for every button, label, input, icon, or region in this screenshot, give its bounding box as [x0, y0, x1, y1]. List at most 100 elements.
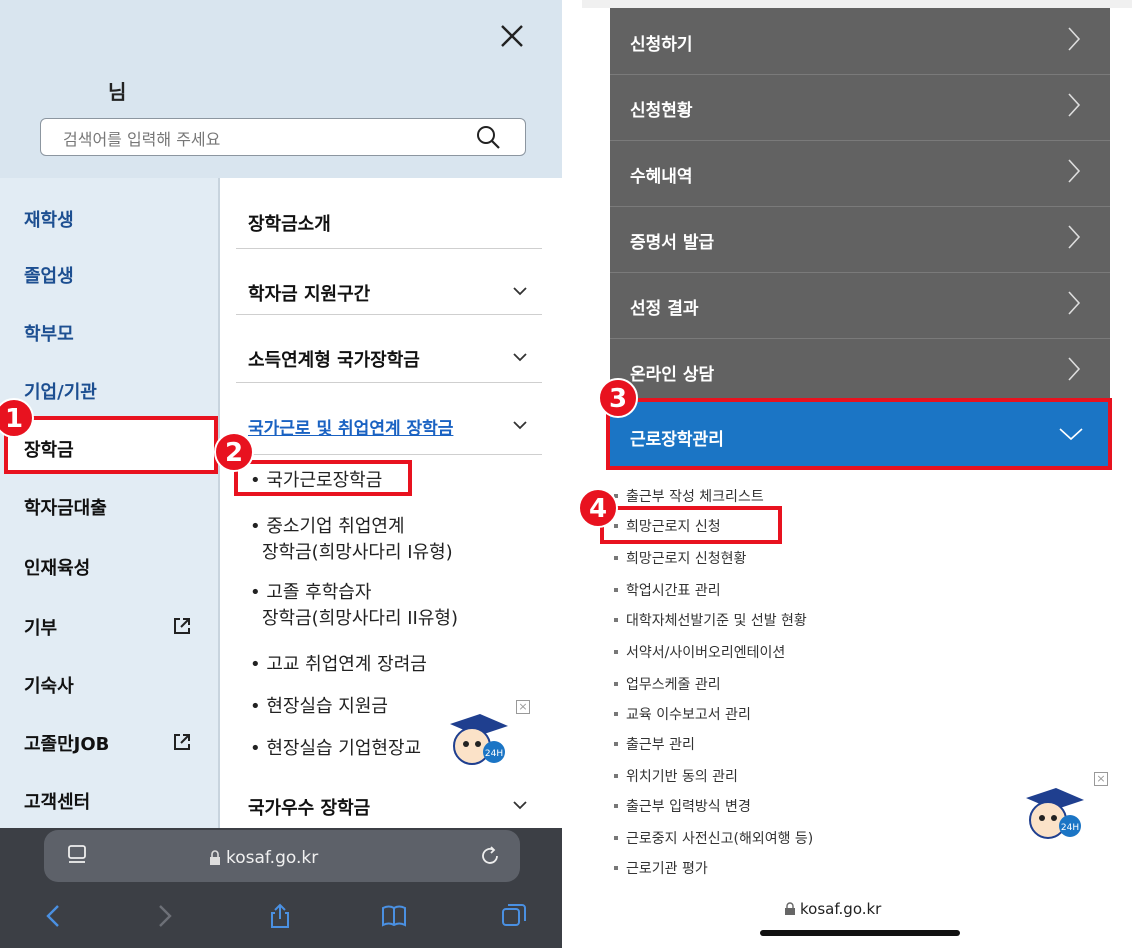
home-indicator [760, 930, 960, 936]
external-link-icon [174, 734, 190, 750]
submenu-item[interactable]: 출근부 작성 체크리스트 [626, 486, 764, 506]
menu-divider [236, 314, 542, 315]
chevron-right-icon [1068, 291, 1081, 315]
sidebar-item-company[interactable]: 기업/기관 [24, 378, 97, 404]
reader-icon[interactable] [66, 844, 88, 866]
chevron-down-icon[interactable] [512, 800, 528, 810]
user-greeting: 님 [108, 80, 127, 104]
lock-icon [210, 850, 220, 865]
sidebar-item-donation[interactable]: 기부 [24, 614, 57, 640]
sidebar-item-loan[interactable]: 학자금대출 [24, 494, 107, 520]
submenu-item[interactable]: 출근부 입력방식 변경 [626, 796, 751, 816]
chevron-right-icon [1068, 93, 1081, 117]
close-ad-icon[interactable]: × [516, 700, 530, 714]
sidebar-divider [218, 178, 220, 828]
bullet [614, 650, 618, 654]
submenu-item[interactable]: 대학자체선발기준 및 선발 현황 [626, 610, 807, 630]
submenu-graduate-learner[interactable]: • 고졸 후학습자 [250, 580, 371, 606]
chatbot-mascot-icon[interactable]: 24H [440, 712, 510, 772]
submenu-sme-link-2[interactable]: 장학금(희망사다리 I유형) [262, 540, 453, 566]
forward-icon[interactable] [150, 902, 178, 930]
menu-item-label: 증명서 발급 [630, 233, 715, 253]
close-ad-icon[interactable]: × [1094, 772, 1108, 786]
sidebar-item-graduate[interactable]: 졸업생 [24, 262, 74, 288]
bullet [614, 804, 618, 808]
chevron-down-icon[interactable] [512, 352, 528, 362]
sidebar-item-parent[interactable]: 학부모 [24, 320, 74, 346]
share-icon[interactable] [266, 902, 294, 930]
submenu-graduate-learner-2[interactable]: 장학금(희망사다리 II유형) [262, 606, 458, 632]
bullet [614, 712, 618, 716]
submenu-label: 고교 취업연계 장려금 [266, 654, 427, 675]
chevron-right-icon [1068, 225, 1081, 249]
submenu-item[interactable]: 학업시간표 관리 [626, 580, 721, 600]
submenu-item[interactable]: 근로기관 평가 [626, 858, 708, 878]
back-icon[interactable] [40, 902, 68, 930]
search-icon[interactable] [475, 124, 501, 150]
url-text: kosaf.go.kr [800, 900, 882, 918]
status-strip [582, 0, 1132, 8]
submenu-item[interactable]: 출근부 관리 [626, 734, 695, 754]
menu-item-label: 신청하기 [630, 35, 693, 55]
reload-icon[interactable] [478, 844, 502, 868]
submenu-item[interactable]: 서약서/사이버오리엔테이션 [626, 642, 785, 662]
menu-item-label: 온라인 상담 [630, 365, 715, 385]
menu-national-excellence[interactable]: 국가우수 장학금 [248, 794, 370, 820]
menu-item-label: 수혜내역 [630, 167, 693, 187]
submenu-label: 고졸 후학습자 [266, 582, 372, 603]
sidebar-item-job[interactable]: 고졸만JOB [24, 730, 109, 756]
bullet [614, 742, 618, 746]
tabs-icon[interactable] [500, 902, 528, 930]
submenu-field-support[interactable]: • 현장실습 지원금 [250, 694, 388, 720]
lock-icon [785, 902, 795, 915]
mascot-label: 24H [1061, 823, 1079, 833]
bullet [614, 836, 618, 840]
submenu-hs-incentive[interactable]: • 고교 취업연계 장려금 [250, 652, 427, 678]
search-input[interactable]: 검색어를 입력해 주세요 [40, 118, 526, 156]
bullet [614, 588, 618, 592]
submenu-sme-link[interactable]: • 중소기업 취업연계 [250, 514, 405, 540]
menu-divider [236, 454, 542, 455]
step-badge-2: 2 [214, 432, 254, 472]
menu-divider [236, 382, 542, 383]
sidebar-item-enrolled[interactable]: 재학생 [24, 206, 74, 232]
chevron-down-icon[interactable] [512, 286, 528, 296]
chevron-right-icon [1068, 159, 1081, 183]
mascot-label: 24H [485, 749, 503, 759]
bullet [614, 866, 618, 870]
chevron-right-icon [1068, 357, 1081, 381]
bullet [614, 618, 618, 622]
step-badge-3: 3 [598, 378, 638, 418]
bullet [614, 556, 618, 560]
bullet [614, 774, 618, 778]
menu-support-level[interactable]: 학자금 지원구간 [248, 280, 370, 306]
submenu-label: 현장실습 지원금 [266, 696, 388, 717]
submenu-item[interactable]: 희망근로지 신청현황 [626, 548, 746, 568]
submenu-item[interactable]: 업무스케줄 관리 [626, 674, 721, 694]
submenu-item[interactable]: 근로중지 사전신고(해외여행 등) [626, 828, 813, 848]
chevron-down-icon[interactable] [512, 420, 528, 430]
highlight-box-1 [4, 416, 218, 474]
sidebar-item-talent[interactable]: 인재육성 [24, 554, 90, 580]
external-link-icon [174, 618, 190, 634]
menu-item-label: 신청현황 [630, 101, 693, 121]
highlight-box-4 [600, 506, 782, 544]
highlight-box-3 [606, 398, 1112, 470]
submenu-field-company[interactable]: • 현장실습 기업현장교 [250, 736, 421, 762]
url-text: kosaf.go.kr [226, 848, 319, 868]
bullet [614, 682, 618, 686]
step-badge-4: 4 [578, 488, 618, 528]
menu-item-label: 선정 결과 [630, 299, 699, 319]
menu-scholarship-intro[interactable]: 장학금소개 [248, 210, 331, 236]
menu-divider [236, 248, 542, 249]
submenu-item[interactable]: 교육 이수보고서 관리 [626, 704, 751, 724]
chatbot-mascot-icon[interactable]: 24H [1016, 786, 1086, 846]
menu-work-scholarship[interactable]: 국가근로 및 취업연계 장학금 [248, 414, 453, 439]
sidebar-item-customer[interactable]: 고객센터 [24, 788, 90, 814]
submenu-item[interactable]: 위치기반 동의 관리 [626, 766, 738, 786]
bookmarks-icon[interactable] [380, 902, 408, 930]
sidebar-item-dormitory[interactable]: 기숙사 [24, 672, 74, 698]
close-icon[interactable] [494, 18, 530, 54]
menu-income-scholarship[interactable]: 소득연계형 국가장학금 [248, 346, 420, 372]
submenu-label: 중소기업 취업연계 [266, 516, 405, 537]
